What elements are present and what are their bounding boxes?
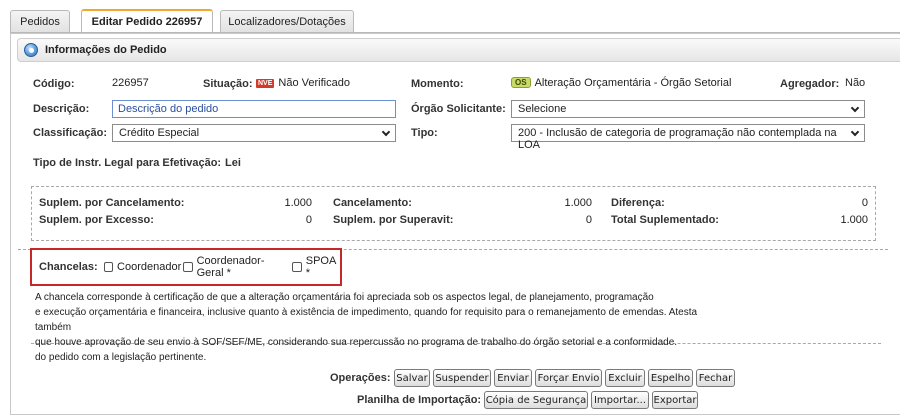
suplem-superavit-label: Suplem. por Superavit: bbox=[333, 214, 454, 226]
instr-legal-label: Tipo de Instr. Legal para Efetivação: bbox=[33, 157, 222, 169]
totals-box bbox=[31, 186, 876, 241]
planilha-label: Planilha de Importação: bbox=[357, 394, 482, 406]
note-line: e execução orçamentária e financeira, in… bbox=[35, 307, 698, 333]
situacao-label: Situação: bbox=[203, 78, 253, 90]
spoa-label: SPOA * bbox=[305, 255, 336, 279]
suplem-cancelamento-label: Suplem. por Cancelamento: bbox=[39, 197, 185, 209]
enviar-button[interactable]: Enviar bbox=[494, 369, 532, 387]
tab-editar-pedido[interactable]: Editar Pedido 226957 bbox=[81, 9, 213, 32]
note-line: do pedido com a legislação pertinente. bbox=[35, 352, 207, 363]
exportar-button[interactable]: Exportar bbox=[652, 391, 698, 409]
instr-legal-value: Lei bbox=[225, 157, 241, 169]
fechar-button[interactable]: Fechar bbox=[696, 369, 735, 387]
descricao-input[interactable]: Descrição do pedido bbox=[112, 100, 396, 118]
descricao-label: Descrição: bbox=[33, 103, 90, 115]
agregador-value: Não bbox=[845, 77, 866, 89]
tipo-label: Tipo: bbox=[411, 127, 438, 139]
codigo-label: Código: bbox=[33, 78, 75, 90]
orgao-solicitante-label: Órgão Solicitante: bbox=[411, 103, 506, 115]
nve-status-badge: NVE bbox=[256, 79, 275, 88]
suspender-button[interactable]: Suspender bbox=[433, 369, 491, 387]
cancelamento-label: Cancelamento: bbox=[333, 197, 412, 209]
info-icon bbox=[24, 43, 38, 57]
tipo-select[interactable]: 200 - Inclusão de categoria de programaç… bbox=[511, 124, 865, 151]
chevron-down-icon bbox=[850, 127, 860, 137]
forcar-envio-button[interactable]: Forçar Envio bbox=[535, 369, 602, 387]
coordenador-label: Coordenador bbox=[117, 261, 182, 273]
panel-title: Informações do Pedido bbox=[45, 44, 167, 56]
chancela-note: A chancela corresponde à certificação de… bbox=[35, 290, 735, 365]
diferenca-value: 0 bbox=[861, 197, 868, 209]
suplem-cancelamento-value: 1.000 bbox=[284, 197, 312, 209]
total-suplementado-value: 1.000 bbox=[840, 214, 868, 226]
salvar-button[interactable]: Salvar bbox=[394, 369, 430, 387]
chancelas-label: Chancelas: bbox=[39, 261, 98, 273]
momento-label: Momento: bbox=[411, 78, 464, 90]
codigo-value: 226957 bbox=[112, 77, 149, 89]
cancelamento-value: 1.000 bbox=[564, 197, 592, 209]
spoa-checkbox[interactable] bbox=[292, 262, 302, 272]
chancelas-box: Chancelas: Coordenador Coordenador-Geral… bbox=[30, 248, 342, 286]
importar-button[interactable]: Importar... bbox=[591, 391, 649, 409]
momento-value: Alteração Orçamentária - Órgão Setorial bbox=[534, 77, 732, 89]
copia-seguranca-button[interactable]: Cópia de Segurança bbox=[484, 391, 588, 409]
diferenca-label: Diferença: bbox=[611, 197, 665, 209]
situacao-status: NVE Não Verificado bbox=[256, 77, 350, 89]
total-suplementado-label: Total Suplementado: bbox=[611, 214, 719, 226]
operacoes-label: Operações: bbox=[330, 372, 391, 384]
chevron-down-icon bbox=[381, 127, 391, 137]
classificacao-label: Classificação: bbox=[33, 127, 107, 139]
excluir-button[interactable]: Excluir bbox=[605, 369, 645, 387]
coordenador-geral-label: Coordenador-Geral * bbox=[196, 255, 265, 279]
classificacao-select[interactable]: Crédito Especial bbox=[112, 124, 396, 142]
situacao-value: Não Verificado bbox=[278, 77, 350, 89]
suplem-excesso-value: 0 bbox=[305, 214, 312, 226]
coordenador-checkbox[interactable] bbox=[103, 262, 114, 272]
note-line: A chancela corresponde à certificação de… bbox=[35, 292, 654, 303]
orgao-solicitante-select[interactable]: Selecione bbox=[511, 100, 865, 118]
momento-status: OS Alteração Orçamentária - Órgão Setoria… bbox=[511, 77, 731, 89]
panel-header: Informações do Pedido bbox=[17, 38, 900, 62]
coordenador-geral-checkbox[interactable] bbox=[183, 262, 193, 272]
classificacao-value: Crédito Especial bbox=[119, 127, 200, 139]
orgao-solicitante-value: Selecione bbox=[518, 103, 567, 115]
espelho-button[interactable]: Espelho bbox=[648, 369, 693, 387]
tab-pedidos[interactable]: Pedidos bbox=[10, 10, 70, 32]
note-line: que houve aprovação de seu envio à SOF/S… bbox=[35, 337, 678, 348]
tab-localizadores-dotacoes[interactable]: Localizadores/Dotações bbox=[220, 10, 354, 32]
chevron-down-icon bbox=[850, 103, 860, 113]
agregador-label: Agregador: bbox=[780, 78, 840, 90]
suplem-superavit-value: 0 bbox=[585, 214, 592, 226]
os-status-badge: OS bbox=[511, 77, 531, 88]
suplem-excesso-label: Suplem. por Excesso: bbox=[39, 214, 154, 226]
